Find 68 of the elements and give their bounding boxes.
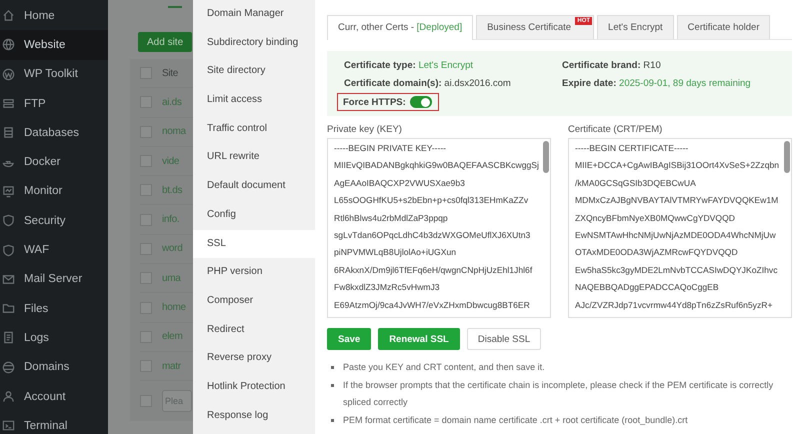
menu-item[interactable]: SSL [193,230,315,258]
menu-item[interactable]: Hotlink Protection [193,372,315,402]
field-label: Private key (KEY) [327,124,403,135]
nav-item[interactable]: WP Toolkit [0,60,108,89]
info-field: Certificate brand: R10 [562,59,780,73]
menu-item[interactable]: Response log [193,402,315,430]
info-field: Certificate type: Let's Encrypt [344,59,562,73]
menu-item[interactable]: Reverse proxy [193,344,315,373]
info-field: Certificate domain(s): ai.dsx2016.com [344,77,562,91]
help-text: PEM format certificate = domain name certificate .crt + root certificate (root_bundle).crt [343,414,688,427]
circle-w-icon [2,68,15,81]
globe-icon [2,360,15,374]
tab[interactable]: Certificate holder [676,15,770,39]
secondary-button[interactable]: Disable SSL [466,328,542,350]
envelope-icon [2,272,15,286]
menu-item[interactable]: Default document [193,172,315,201]
server-icon [2,97,15,110]
menu-item[interactable]: Site directory [193,57,315,86]
nav-item[interactable]: Account [0,382,108,412]
column-header: Site [162,68,178,79]
toggle-switch[interactable] [410,96,432,108]
tab[interactable]: Let's Encrypt [597,15,674,39]
field-label: Certificate (CRT/PEM) [568,124,664,135]
monitor-icon [2,184,15,198]
scrollbar-thumb[interactable] [784,141,790,173]
globe-icon [2,38,15,52]
nav-item[interactable]: Terminal [0,411,108,434]
scrollbar-thumb[interactable] [543,141,549,173]
nav-item[interactable]: Monitor [0,176,108,206]
nav-item[interactable]: Domains [0,352,108,382]
nav-item[interactable]: Docker [0,147,108,177]
nav-item[interactable]: WAF [0,235,108,265]
bullet-icon [331,366,334,369]
private-key-field[interactable]: -----BEGIN PRIVATE KEY----- MIIEvQIBADANBgkqhkiG9w0BAQEFAASCBKcwggSj AgEAAoIBAQCXP2VWUSXae9b3 L65sOOGHfKU5+s2bEbn+p+cs0fql313EHmKaZZv Rtl6hBlws4u2rbMdlZaP3ppqp sgLvTdan6OPqcLdhC4b3dzWXGOMeUflXJ6XUtn3 piNPVMWLqB8UjlolAo+iUGXun 6RAkxnX/Dm9jl6TfEFq6eH/qwgnCNpHjUzEhl1Jhl6f Fw8kxdlZ3JMzRc5vHwmJ3 E69AtzmOj/9ca4JvWH7/eVxZHxmDbwcug8BT6ER [327,138,551,318]
nav-item[interactable]: Security [0,206,108,236]
menu-item[interactable]: URL rewrite [193,143,315,172]
info-field: Expire date: 2025-09-01, 89 days remaining [562,77,780,91]
house-icon [2,9,15,22]
folder-icon [2,302,15,316]
shield-icon [2,244,15,257]
nav-item[interactable]: Home [0,1,108,30]
add-site-button[interactable]: Add site [138,32,192,52]
nav-item[interactable]: Mail Server [0,264,108,294]
user-icon [2,390,15,403]
certificate-field[interactable]: -----BEGIN CERTIFICATE----- MIIE+DCCA+CgAwIBAgISBij31OOrt4XvSeS+2Zzqbn /kMA0GCSqGSIb3DQEBCwUA MDMxCzAJBgNVBAYTAlVTMRYwFAYDVQQKEw1M ZXQncyBFbmNyeXB0MQwwCgYDVQQD EwNSMTAwHhcNMjUwNjAzMDE0ODA4WhcNMjUw OTAxMDE0ODA3WjAZMRcwFQYDVQQD Ew5haS5kc3gyMDE2LmNvbTCCASIwDQYJKoZIhvc NAQEBBQADggEPADCCAQoCggEB AJc/ZVZRJdp71vcvrmw44Yd8pTn6zZsRuf6n5yzR+ [568,138,792,318]
menu-item[interactable]: Config [193,200,315,230]
bullet-icon [331,418,334,422]
menu-item[interactable]: Subdirectory binding [193,28,315,58]
tab[interactable]: Curr, other Certs - [Deployed] [327,15,474,40]
menu-item[interactable]: Composer [193,286,315,316]
bullet-icon [331,384,334,386]
database-icon [2,126,15,140]
menu-item[interactable]: Limit access [193,86,315,115]
force-https-label: Force HTTPS: [343,96,406,108]
menu-item[interactable]: Traffic control [193,114,315,144]
nav-item[interactable]: FTP [0,88,108,118]
shield-icon [2,214,15,228]
menu-item[interactable]: Redirect [193,316,315,344]
nav-item[interactable]: Website [0,30,108,60]
help-text: If the browser prompts that the certificate chain is incomplete, please check if the PEM certificate is correctly spliced correctly [343,378,774,409]
help-text: Paste you KEY and CRT content, and then save it. [343,361,545,374]
terminal-icon [2,419,15,432]
menu-item[interactable]: PHP version [193,258,315,287]
document-icon [2,331,15,344]
nav-item[interactable]: Databases [0,118,108,148]
menu-item[interactable]: Domain Manager [193,0,315,29]
nav-item[interactable]: Files [0,294,108,324]
nav-item[interactable]: Logs [0,323,108,353]
